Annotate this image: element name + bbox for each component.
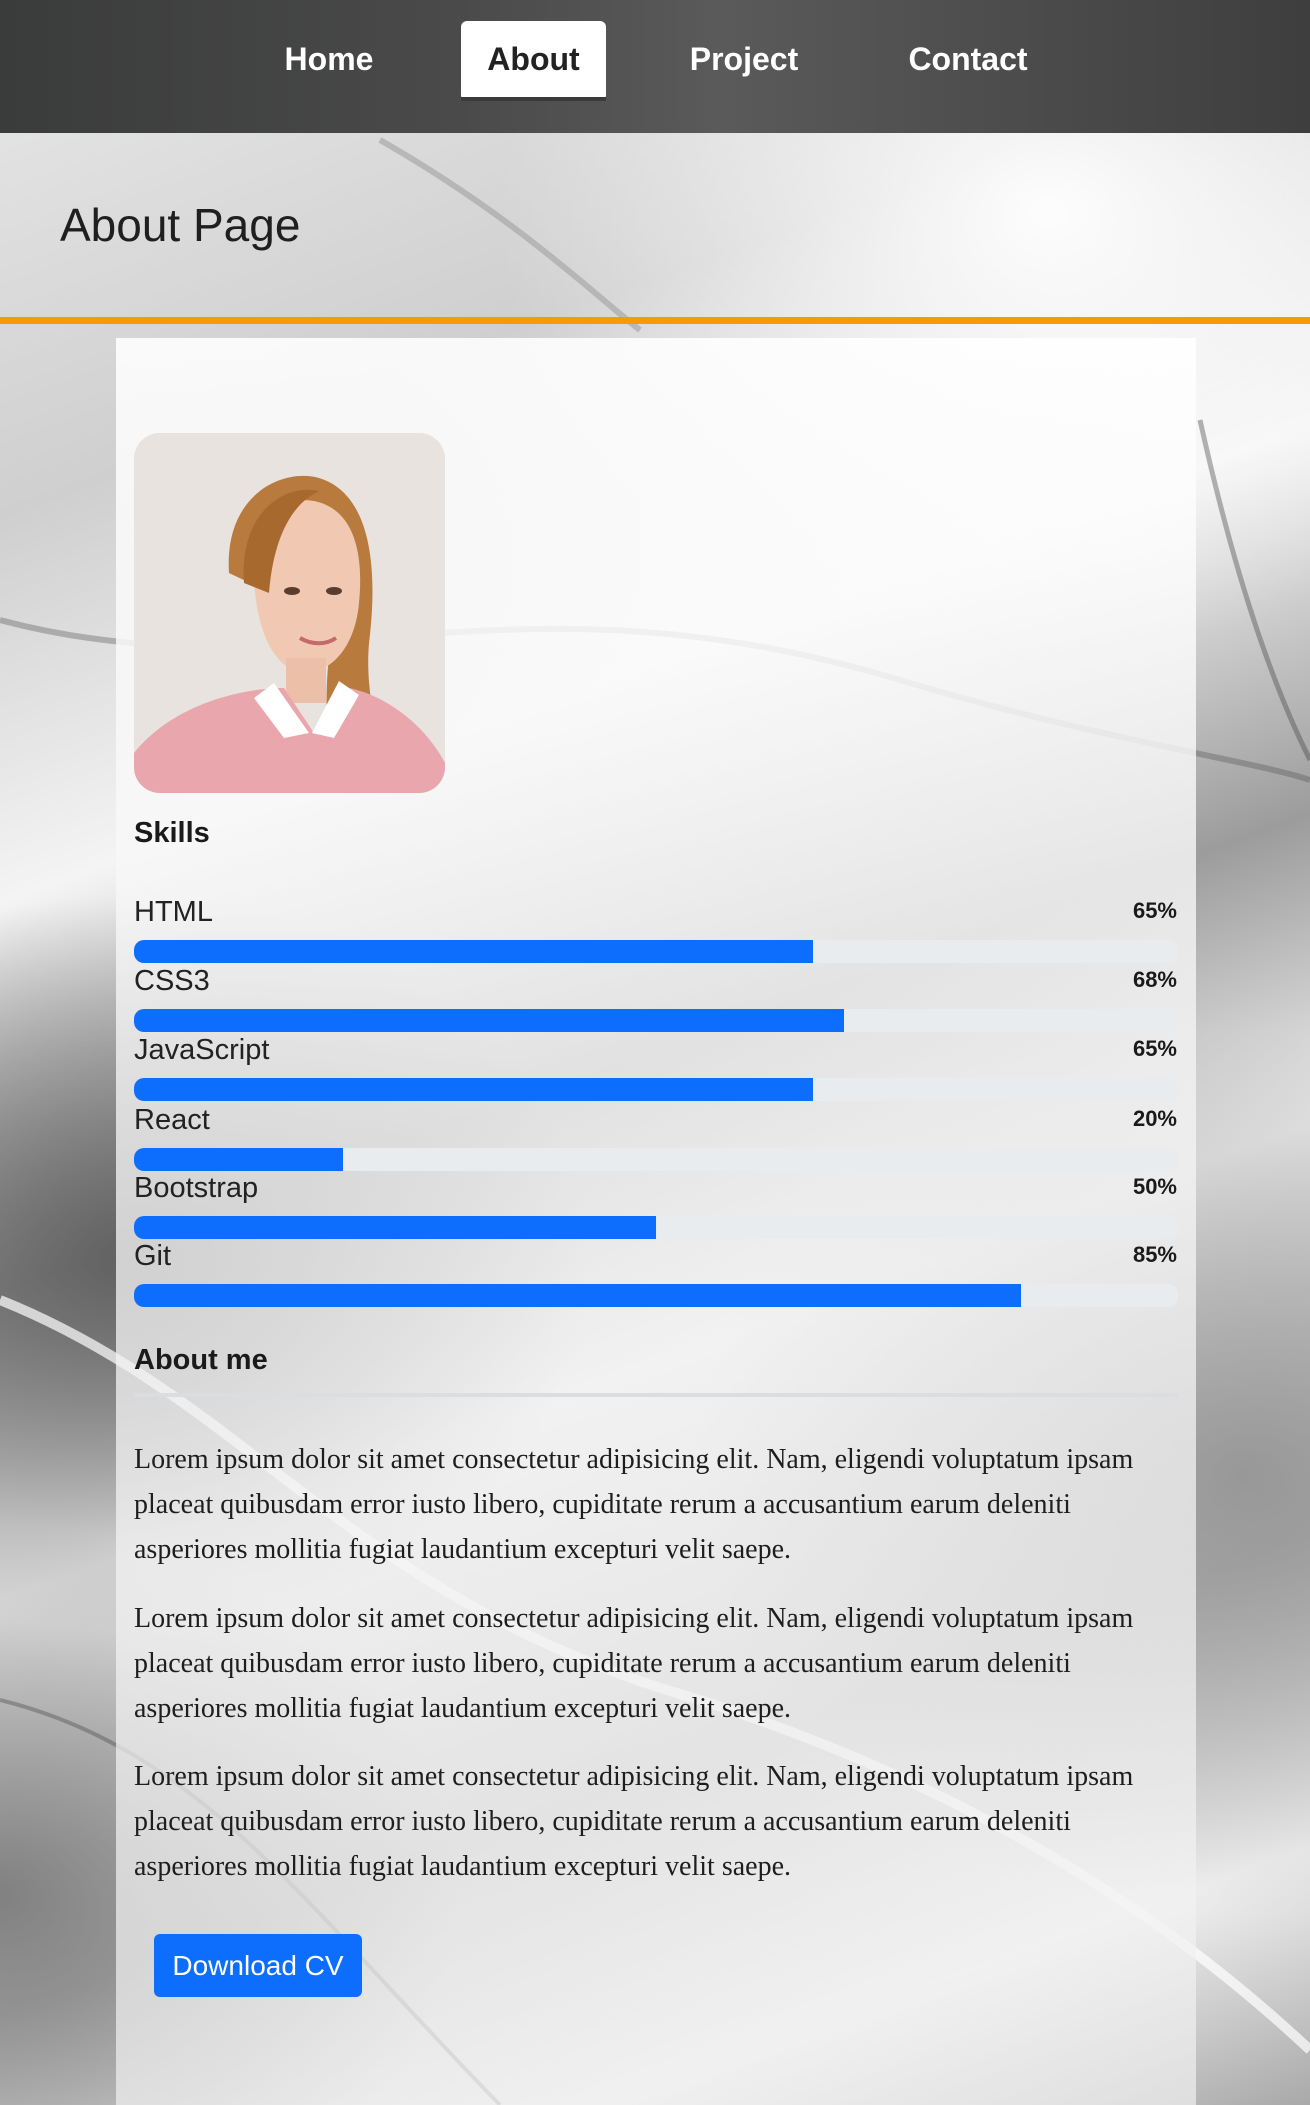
about-paragraph: Lorem ipsum dolor sit amet consectetur a…	[134, 1444, 1134, 1565]
skill-percent: 85%	[1132, 1242, 1177, 1267]
nav-contact-link[interactable]: Contact	[889, 21, 1047, 101]
skill-progress-fill	[134, 940, 813, 963]
about-paragraph: Lorem ipsum dolor sit amet consectetur a…	[134, 1761, 1134, 1882]
header-divider	[0, 317, 1310, 324]
skill-progress-fill	[134, 1009, 844, 1032]
skill-name: Git	[134, 1240, 172, 1272]
about-divider	[134, 1393, 1178, 1397]
page-title: About Page	[60, 199, 301, 251]
skill-name: React	[134, 1104, 210, 1136]
skill-progress-track	[134, 940, 1178, 963]
profile-photo-illustration	[134, 433, 445, 793]
skill-percent: 50%	[1132, 1174, 1177, 1199]
skill-progress-fill	[134, 1078, 813, 1101]
nav-project-link[interactable]: Project	[672, 21, 816, 101]
skill-progress-track	[134, 1078, 1178, 1101]
skill-percent: 68%	[1132, 967, 1177, 992]
skill-progress-fill	[134, 1284, 1022, 1307]
about-paragraph: Lorem ipsum dolor sit amet consectetur a…	[134, 1603, 1134, 1724]
top-navbar: Home About Project Contact	[0, 0, 1310, 133]
skill-percent: 65%	[1132, 1036, 1177, 1061]
skill-progress-track	[134, 1216, 1178, 1239]
skill-progress-fill	[134, 1216, 656, 1239]
skill-progress-track	[134, 1284, 1178, 1307]
skill-name: CSS3	[134, 965, 210, 997]
skill-name: HTML	[134, 896, 213, 928]
skill-progress-track	[134, 1009, 1178, 1032]
skills-heading: Skills	[134, 817, 210, 849]
about-heading: About me	[134, 1344, 268, 1376]
skill-name: JavaScript	[134, 1034, 270, 1066]
skill-name: Bootstrap	[134, 1172, 259, 1204]
skill-percent: 65%	[1132, 898, 1177, 923]
nav-about-link[interactable]: About	[461, 21, 606, 101]
profile-photo	[134, 433, 445, 793]
skill-progress-fill	[134, 1148, 343, 1171]
download-cv-button[interactable]: Download CV	[154, 1934, 362, 1997]
nav-home-link[interactable]: Home	[262, 21, 396, 101]
skill-percent: 20%	[1132, 1106, 1177, 1131]
skill-progress-track	[134, 1148, 1178, 1171]
